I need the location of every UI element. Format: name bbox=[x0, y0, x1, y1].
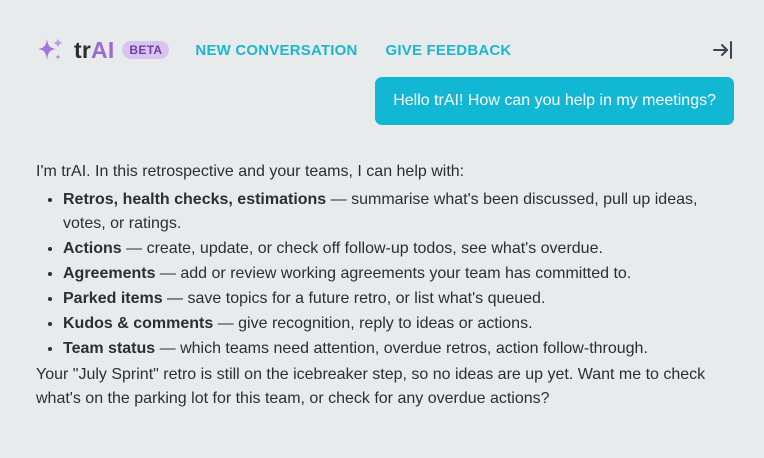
list-item: Kudos & comments — give recognition, rep… bbox=[63, 312, 726, 336]
list-item-title: Actions bbox=[63, 240, 122, 257]
list-item: Team status — which teams need attention… bbox=[63, 337, 726, 361]
list-item-title: Parked items bbox=[63, 290, 163, 307]
list-item-text: — give recognition, reply to ideas or ac… bbox=[213, 315, 533, 332]
new-conversation-link[interactable]: NEW CONVERSATION bbox=[195, 42, 357, 59]
list-item-title: Team status bbox=[63, 340, 156, 357]
list-item: Actions — create, update, or check off f… bbox=[63, 237, 726, 261]
list-item-title: Retros, health checks, estimations bbox=[63, 191, 327, 208]
list-item-text: — which teams need attention, overdue re… bbox=[155, 340, 648, 357]
capability-list: Retros, health checks, estimations — sum… bbox=[36, 188, 726, 361]
assistant-outro: Your "July Sprint" retro is still on the… bbox=[36, 366, 706, 407]
list-item-text: — add or review working agreements your … bbox=[155, 265, 632, 282]
chat-panel: trAI BETA NEW CONVERSATION GIVE FEEDBACK… bbox=[0, 0, 764, 458]
brand-ai: AI bbox=[91, 36, 115, 63]
assistant-message: I'm trAI. In this retrospective and your… bbox=[36, 160, 726, 411]
list-item-text: — create, update, or check off follow-up… bbox=[121, 240, 603, 257]
beta-badge: BETA bbox=[122, 41, 170, 59]
user-message-bubble: Hello trAI! How can you help in my meeti… bbox=[375, 77, 734, 125]
give-feedback-link[interactable]: GIVE FEEDBACK bbox=[386, 42, 512, 59]
list-item: Retros, health checks, estimations — sum… bbox=[63, 188, 726, 236]
header: trAI BETA NEW CONVERSATION GIVE FEEDBACK bbox=[36, 35, 734, 65]
list-item: Agreements — add or review working agree… bbox=[63, 262, 726, 286]
brand-tr: tr bbox=[74, 36, 92, 63]
brand-title: trAI bbox=[74, 37, 114, 64]
sparkles-icon bbox=[36, 35, 66, 65]
collapse-panel-icon[interactable] bbox=[712, 39, 734, 61]
list-item-text: — save topics for a future retro, or lis… bbox=[162, 290, 546, 307]
list-item-title: Agreements bbox=[63, 265, 156, 282]
list-item: Parked items — save topics for a future … bbox=[63, 287, 726, 311]
list-item-title: Kudos & comments bbox=[63, 315, 214, 332]
assistant-intro: I'm trAI. In this retrospective and your… bbox=[36, 163, 465, 180]
